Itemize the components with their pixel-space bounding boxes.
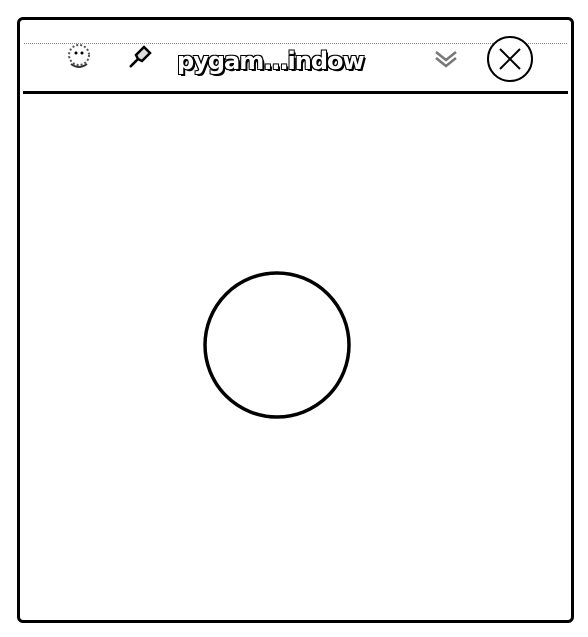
game-canvas[interactable] <box>20 94 571 620</box>
window-title: pygam...indow <box>177 47 365 75</box>
app-icon[interactable] <box>65 42 95 74</box>
circle <box>203 271 351 419</box>
chevron-down-icon[interactable] <box>433 48 459 70</box>
pygame-window: pygam...indow <box>17 17 574 623</box>
title-bar[interactable]: pygam...indow <box>20 20 571 94</box>
canvas-drawing <box>203 271 351 419</box>
pin-icon[interactable] <box>126 43 156 73</box>
close-icon[interactable] <box>485 35 535 85</box>
